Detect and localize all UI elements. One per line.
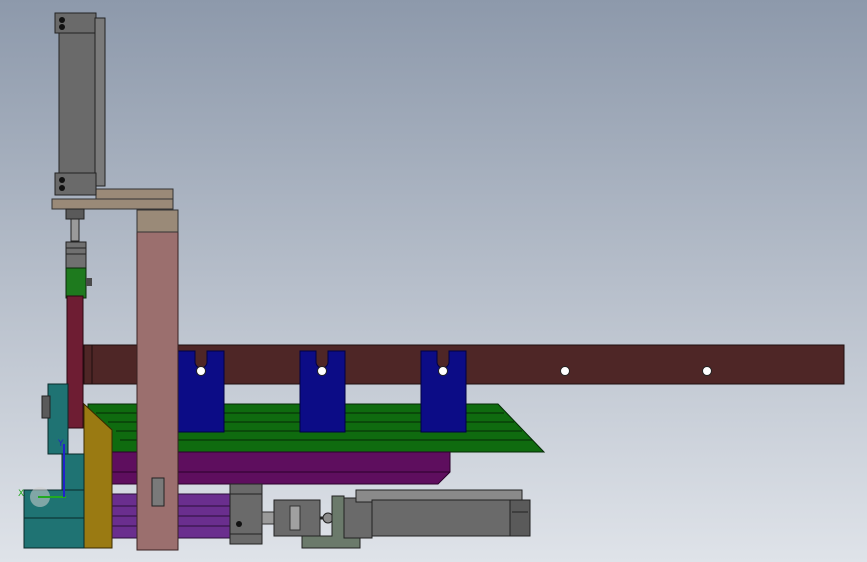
vertical-cylinder[interactable] <box>54 12 106 196</box>
assembly-side-view: X Y <box>0 0 867 562</box>
rail-hole <box>560 366 570 376</box>
bottom-cylinder-mount[interactable] <box>229 483 263 545</box>
support-column[interactable] <box>136 209 179 551</box>
holder-pin <box>438 366 448 376</box>
triad-y-label: Y <box>57 439 64 449</box>
holder-pin <box>196 366 206 376</box>
cad-viewport[interactable]: X Y <box>0 0 867 562</box>
triad-x-label: X <box>18 489 24 499</box>
rail-hole <box>702 366 712 376</box>
bottom-cylinder[interactable] <box>343 489 531 539</box>
vertical-slider[interactable] <box>66 295 84 429</box>
ochre-bracket[interactable] <box>83 402 113 549</box>
holder-pin <box>317 366 327 376</box>
